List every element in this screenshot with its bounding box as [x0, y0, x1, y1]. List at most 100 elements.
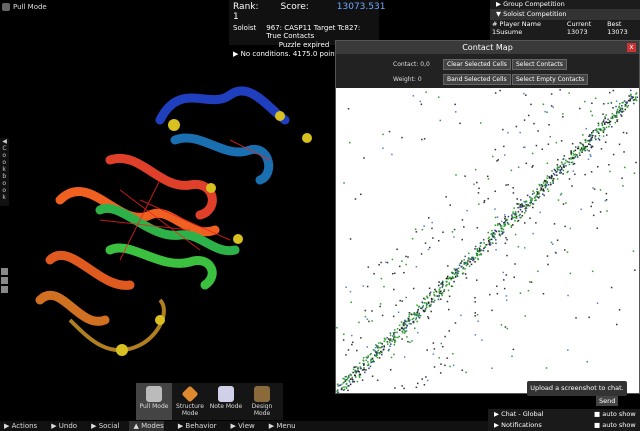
- contact-cell: [503, 287, 506, 290]
- contact-map-grid[interactable]: [336, 88, 639, 393]
- contact-cell: [501, 233, 503, 235]
- soloist-competition-header[interactable]: ▼ Soloist Competition: [490, 10, 640, 20]
- tool-icon[interactable]: [1, 286, 8, 293]
- menu-modes[interactable]: ▲ Modes: [129, 421, 164, 431]
- contact-cell: [574, 173, 576, 176]
- contact-cell: [531, 193, 534, 195]
- contact-cell: [389, 341, 391, 343]
- mode-selector: Pull Mode Structure Mode Note Mode Desig…: [136, 383, 283, 420]
- contact-cell: [474, 261, 476, 263]
- contact-cell: [603, 127, 605, 129]
- contact-cell: [630, 89, 632, 92]
- menu-social[interactable]: ▶ Social: [87, 421, 119, 431]
- contact-cell: [565, 202, 567, 204]
- close-icon[interactable]: x: [627, 43, 636, 52]
- contact-cell: [476, 248, 478, 250]
- menu-view[interactable]: ▶ View: [227, 421, 255, 431]
- select-empty-contacts-button[interactable]: Select Empty Contacts: [512, 74, 589, 85]
- contact-cell: [608, 91, 611, 94]
- table-row[interactable]: 1Susume 13073 13073: [490, 28, 640, 36]
- contact-cell: [483, 242, 485, 244]
- contact-cell: [360, 337, 362, 339]
- notifications-row[interactable]: ▶ Notifications ■ auto show: [488, 420, 640, 431]
- contact-cell: [546, 188, 549, 190]
- design-mode-button[interactable]: Design Mode: [244, 383, 280, 420]
- contact-cell: [562, 113, 564, 115]
- structure-mode-button[interactable]: Structure Mode: [172, 383, 208, 420]
- contact-cell: [591, 136, 593, 138]
- contact-cell: [425, 304, 428, 307]
- group-competition-header[interactable]: ▶ Group Competition: [490, 0, 640, 10]
- pull-mode-button[interactable]: Pull Mode: [136, 383, 172, 420]
- tool-icon[interactable]: [1, 277, 8, 284]
- menu-undo[interactable]: ▶ Undo: [47, 421, 77, 431]
- contact-cell: [547, 263, 549, 266]
- chat-global-row[interactable]: ▶ Chat - Global ■ auto show: [488, 409, 640, 420]
- select-contacts-button[interactable]: Select Contacts: [512, 59, 567, 70]
- contact-cell: [407, 317, 409, 320]
- contact-cell: [397, 336, 399, 339]
- menu-menu[interactable]: ▶ Menu: [265, 421, 296, 431]
- contact-cell: [342, 339, 345, 341]
- protein-viewport[interactable]: [0, 0, 335, 421]
- contact-cell: [408, 312, 411, 314]
- contact-cell: [364, 315, 367, 318]
- auto-show-checkbox[interactable]: ■ auto show: [594, 420, 636, 431]
- contact-cell: [590, 171, 593, 173]
- contact-cell: [569, 227, 571, 230]
- contact-cell: [537, 130, 539, 132]
- contact-cell: [413, 312, 416, 314]
- menu-behavior[interactable]: ▶ Behavior: [174, 421, 217, 431]
- contact-cell: [515, 215, 518, 218]
- contact-cell: [474, 248, 476, 250]
- contact-cell: [609, 123, 611, 126]
- contact-cell: [625, 132, 628, 134]
- contact-cell: [466, 263, 469, 265]
- contact-cell: [345, 375, 348, 378]
- contact-cell: [455, 174, 457, 176]
- contact-cell: [525, 207, 527, 209]
- contact-cell: [421, 228, 424, 231]
- group-competition-label: Group Competition: [503, 0, 565, 8]
- contact-cell: [466, 262, 468, 264]
- contact-cell: [345, 382, 348, 385]
- contact-cell: [500, 230, 503, 232]
- note-mode-button[interactable]: Note Mode: [208, 383, 244, 420]
- contact-cell: [381, 353, 383, 356]
- contact-cell: [464, 273, 467, 275]
- contact-cell: [590, 110, 592, 113]
- tool-icon[interactable]: [1, 268, 8, 275]
- contact-map-titlebar[interactable]: Contact Map x: [336, 41, 639, 54]
- contact-cell: [446, 275, 449, 278]
- contact-cell: [363, 157, 365, 159]
- contact-cell: [549, 182, 552, 184]
- contact-cell: [494, 190, 496, 193]
- band-selected-cells-button[interactable]: Band Selected Cells: [443, 74, 511, 85]
- contact-cell: [487, 250, 489, 252]
- contact-cell: [345, 286, 347, 289]
- contact-cell: [360, 367, 362, 370]
- contact-cell: [603, 119, 605, 121]
- contact-cell: [524, 315, 526, 317]
- contact-cell: [603, 103, 605, 105]
- contact-cell: [505, 184, 507, 186]
- contact-map-controls: Contact: 0,0 Weight: 0 Clear Selected Ce…: [336, 54, 639, 88]
- contact-cell: [464, 268, 466, 270]
- auto-show-checkbox[interactable]: ■ auto show: [594, 409, 636, 420]
- contact-cell: [610, 117, 612, 119]
- contact-cell: [504, 217, 506, 220]
- contact-cell: [624, 101, 627, 104]
- contact-cell: [469, 258, 471, 260]
- contact-cell: [478, 250, 480, 253]
- contact-cell: [420, 253, 423, 255]
- contact-cell: [416, 320, 419, 323]
- contact-cell: [602, 121, 604, 123]
- cookbook-tab[interactable]: ◀ Cookbook: [0, 138, 9, 206]
- contact-cell: [427, 217, 430, 219]
- menu-actions[interactable]: ▶ Actions: [0, 421, 37, 431]
- send-button[interactable]: Send: [596, 396, 619, 406]
- contact-cell: [626, 101, 628, 104]
- clear-selected-cells-button[interactable]: Clear Selected Cells: [443, 59, 511, 70]
- contact-cell: [546, 177, 548, 179]
- contact-cell: [557, 199, 560, 201]
